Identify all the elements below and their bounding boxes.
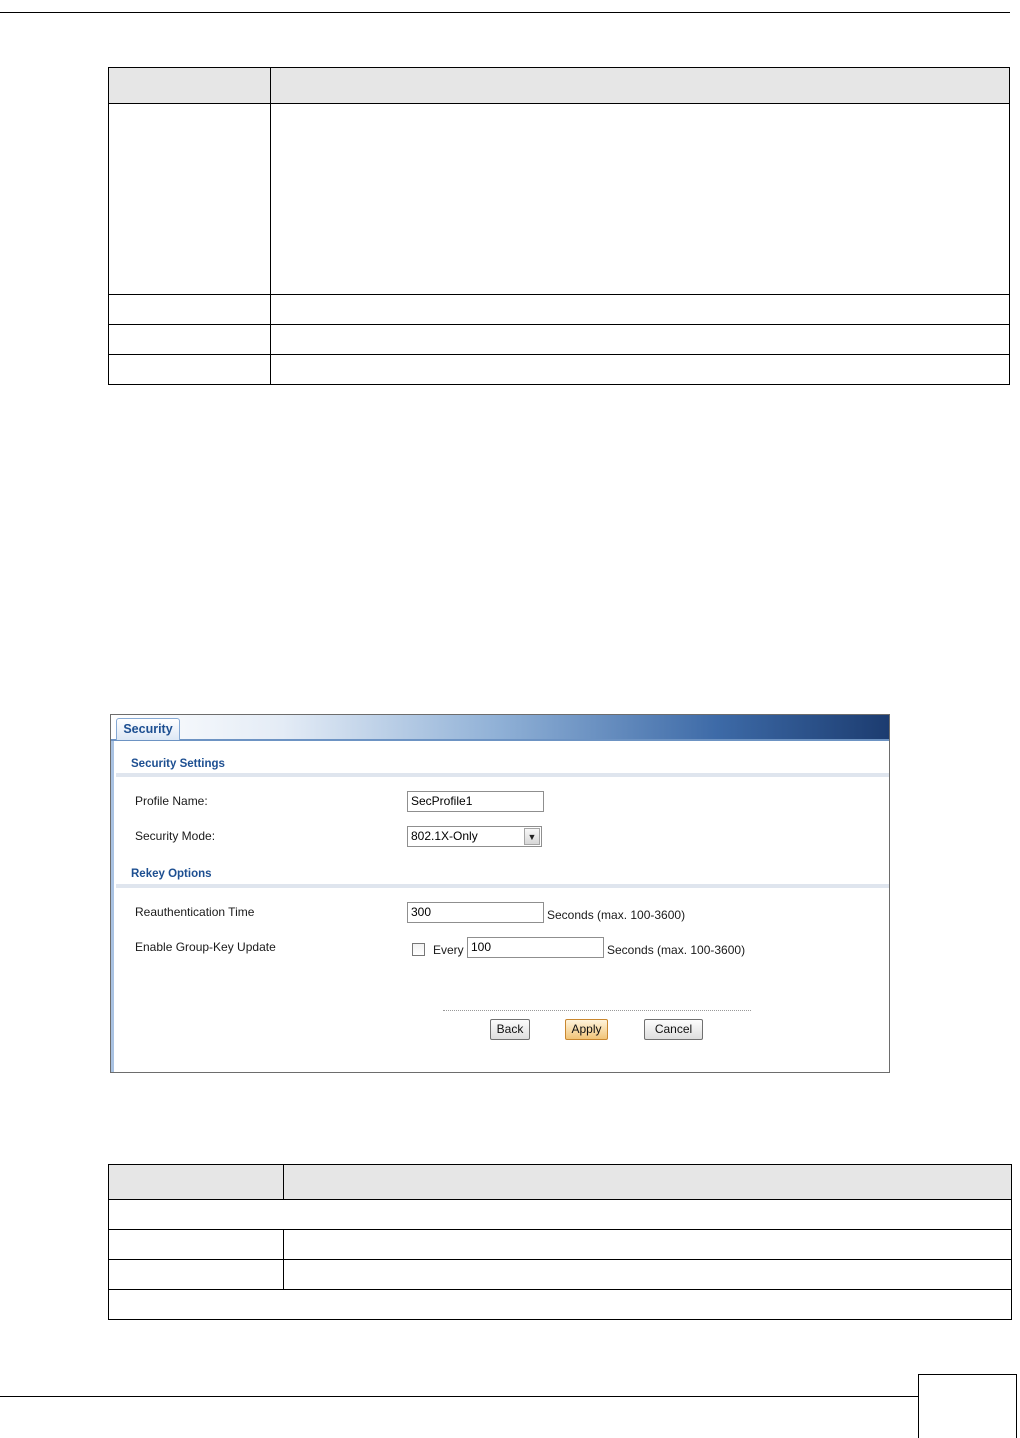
group-key-interval-input[interactable]: 100 xyxy=(467,937,604,958)
back-button[interactable]: Back xyxy=(490,1019,530,1040)
table-row xyxy=(108,294,1010,325)
table-header-cell xyxy=(283,1164,1012,1200)
page-number-box xyxy=(918,1374,1017,1438)
rekey-options-title: Rekey Options xyxy=(131,868,212,880)
table-header-row xyxy=(108,1164,1012,1200)
apply-button[interactable]: Apply xyxy=(565,1019,608,1040)
group-key-update-label: Enable Group-Key Update xyxy=(135,940,276,954)
table-header-cell xyxy=(108,67,271,104)
chevron-down-icon[interactable]: ▼ xyxy=(524,828,540,845)
security-mode-value: 802.1X-Only xyxy=(411,829,478,843)
table-row xyxy=(108,354,1010,385)
table-cell xyxy=(108,1199,1012,1230)
table-row xyxy=(108,103,1010,295)
every-label: Every xyxy=(433,943,464,957)
header-rule xyxy=(0,12,1010,13)
table-header-row xyxy=(108,67,1010,104)
reauthentication-time-label: Reauthentication Time xyxy=(135,905,255,919)
table-row xyxy=(108,1199,1012,1230)
security-settings-title: Security Settings xyxy=(131,758,225,770)
table-cell xyxy=(108,103,271,295)
table-cell xyxy=(270,354,1010,385)
table-header-cell xyxy=(108,1164,284,1200)
rekey-options-divider xyxy=(116,884,889,888)
table-cell xyxy=(270,103,1010,295)
security-mode-select[interactable]: 802.1X-Only ▼ xyxy=(407,826,542,847)
upper-description-table xyxy=(108,67,1010,385)
table-cell xyxy=(108,354,271,385)
tab-bar-underline xyxy=(111,739,889,741)
reauthentication-time-input[interactable]: 300 xyxy=(407,902,544,923)
tab-security[interactable]: Security xyxy=(116,718,180,740)
group-key-interval-unit: Seconds (max. 100-3600) xyxy=(607,943,746,957)
reauthentication-time-unit: Seconds (max. 100-3600) xyxy=(547,908,686,922)
table-cell xyxy=(108,1229,284,1260)
table-cell xyxy=(270,324,1010,355)
table-cell xyxy=(283,1229,1012,1260)
security-mode-label: Security Mode: xyxy=(135,829,216,843)
table-row xyxy=(108,324,1010,355)
tab-bar: Security xyxy=(111,715,889,741)
table-row xyxy=(108,1289,1012,1320)
group-key-update-checkbox[interactable] xyxy=(412,943,425,956)
table-header-cell xyxy=(270,67,1010,104)
security-settings-divider xyxy=(116,773,889,777)
cancel-button[interactable]: Cancel xyxy=(644,1019,703,1040)
profile-name-label: Profile Name: xyxy=(135,794,208,808)
table-row xyxy=(108,1229,1012,1260)
table-cell xyxy=(270,294,1010,325)
table-row xyxy=(108,1259,1012,1290)
panel-left-border xyxy=(111,715,114,1072)
footer-rule xyxy=(0,1396,918,1397)
profile-name-input[interactable]: SecProfile1 xyxy=(407,791,544,812)
table-cell xyxy=(283,1259,1012,1290)
table-cell xyxy=(108,294,271,325)
button-area-divider xyxy=(443,1010,751,1011)
table-cell xyxy=(108,324,271,355)
security-screen-panel: Security Security Settings Profile Name:… xyxy=(110,714,890,1073)
lower-description-table xyxy=(108,1164,1012,1320)
table-cell xyxy=(108,1289,1012,1320)
table-cell xyxy=(108,1259,284,1290)
